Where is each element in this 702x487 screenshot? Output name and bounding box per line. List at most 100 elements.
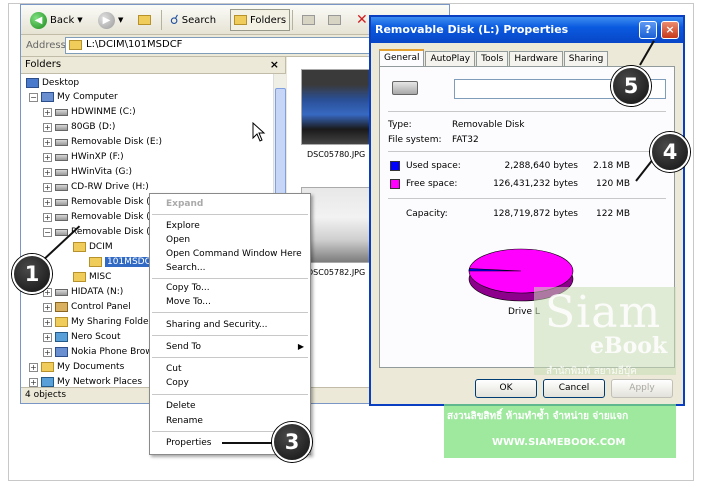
menu-separator [152, 278, 308, 279]
menu-separator [152, 394, 308, 395]
menu-item-delete[interactable]: Delete [166, 401, 196, 411]
drive-icon [55, 228, 68, 236]
tab-general[interactable]: General [379, 49, 425, 67]
menu-separator [152, 335, 308, 336]
tab-autoplay[interactable]: AutoPlay [425, 51, 476, 67]
forward-button[interactable]: ▶ ▼ [95, 9, 126, 31]
cancel-button[interactable]: Cancel [543, 379, 605, 398]
capacity-mb: 122 MB [596, 209, 630, 219]
expand-icon[interactable]: + [43, 212, 52, 222]
desktop-icon [26, 78, 39, 88]
menu-separator [152, 357, 308, 358]
expand-icon[interactable]: + [43, 332, 52, 342]
expand-icon[interactable]: + [43, 167, 52, 177]
dialog-title-bar: Removable Disk (L:) Properties ? × [371, 17, 683, 43]
expand-icon[interactable]: + [29, 377, 38, 387]
search-button[interactable]: ☌ Search [167, 9, 219, 31]
toolbar-separator [292, 10, 293, 30]
expand-icon[interactable]: + [43, 137, 52, 147]
expand-icon[interactable]: + [43, 317, 52, 327]
context-menu: Expand Explore Open Open Command Window … [149, 193, 311, 455]
tree-item-drive-f[interactable]: + HWinXP (F:) [43, 150, 124, 164]
cd-drive-icon [55, 183, 68, 191]
tree-item-drive-l[interactable]: − Removable Disk (L:) [43, 225, 161, 239]
computer-icon [41, 92, 54, 102]
expand-icon[interactable]: + [43, 107, 52, 117]
tree-item-nokia-phone[interactable]: + Nokia Phone Browser [43, 345, 167, 359]
tree-item-misc[interactable]: MISC [73, 270, 111, 284]
expand-icon[interactable]: + [43, 122, 52, 132]
expand-icon[interactable]: + [43, 197, 52, 207]
menu-item-explore[interactable]: Explore [166, 221, 200, 231]
file-system-label: File system: [388, 135, 442, 145]
menu-item-open-command-window[interactable]: Open Command Window Here [166, 249, 302, 259]
menu-item-properties[interactable]: Properties [166, 438, 211, 448]
menu-item-copy[interactable]: Copy [166, 378, 189, 388]
file-name[interactable]: DSC05782.JPG [307, 268, 365, 277]
callout-1: 1 [12, 254, 52, 294]
menu-item-rename[interactable]: Rename [166, 416, 203, 426]
apply-button[interactable]: Apply [611, 379, 673, 398]
copy-to-button[interactable] [325, 9, 344, 31]
file-name[interactable]: DSC05780.JPG [307, 150, 365, 159]
tree-item-drive-k[interactable]: + Removable Disk (K:) [43, 210, 162, 224]
folders-button[interactable]: Folders [230, 9, 291, 31]
tree-item-control-panel[interactable]: + Control Panel [43, 300, 131, 314]
tree-item-drive-h[interactable]: + CD-RW Drive (H:) [43, 180, 149, 194]
folder-icon [73, 242, 86, 252]
expand-icon[interactable]: + [43, 152, 52, 162]
tree-item-sharing-folders[interactable]: + My Sharing Folders [43, 315, 157, 329]
help-button[interactable]: ? [639, 21, 657, 39]
collapse-icon[interactable]: − [29, 92, 38, 102]
type-label: Type: [388, 120, 412, 130]
tree-item-desktop[interactable]: Desktop [26, 76, 79, 90]
back-button[interactable]: ◀ Back ▼ [27, 9, 86, 31]
up-folder-button[interactable] [135, 9, 154, 31]
tree-item-my-documents[interactable]: + My Documents [29, 360, 124, 374]
menu-item-expand[interactable]: Expand [166, 199, 203, 209]
menu-separator [152, 312, 308, 313]
tab-tools[interactable]: Tools [476, 51, 509, 67]
tree-item-nero-scout[interactable]: + Nero Scout [43, 330, 121, 344]
tree-item-dcim[interactable]: DCIM [73, 240, 113, 254]
tree-item-drive-d[interactable]: + 80GB (D:) [43, 120, 115, 134]
close-button[interactable]: × [661, 21, 679, 39]
tree-item-drive-j[interactable]: + Removable Disk (J:) [43, 195, 159, 209]
menu-item-cut[interactable]: Cut [166, 364, 182, 374]
divider [388, 151, 666, 152]
tree-item-my-computer[interactable]: − My Computer [29, 90, 118, 104]
tree-item-101msdcf[interactable]: 101MSDCF [89, 255, 159, 269]
control-panel-icon [55, 302, 68, 312]
tree-item-drive-c[interactable]: + HDWINME (C:) [43, 105, 136, 119]
type-value: Removable Disk [452, 120, 525, 130]
menu-item-send-to[interactable]: Send To [166, 342, 201, 352]
free-space-mb: 120 MB [596, 179, 630, 189]
ok-button[interactable]: OK [475, 379, 537, 398]
expand-icon[interactable]: + [43, 182, 52, 192]
used-space-mb: 2.18 MB [593, 161, 630, 171]
tab-sharing[interactable]: Sharing [563, 51, 609, 67]
capacity-label: Capacity: [406, 209, 448, 219]
menu-item-move-to[interactable]: Move To... [166, 297, 211, 307]
expand-icon[interactable]: + [43, 302, 52, 312]
menu-item-search[interactable]: Search... [166, 263, 206, 273]
callout-3-leader [222, 442, 272, 444]
divider [388, 198, 666, 199]
divider [388, 111, 666, 112]
tab-hardware[interactable]: Hardware [509, 51, 563, 67]
tree-item-drive-g[interactable]: + HWinVita (G:) [43, 165, 132, 179]
menu-item-copy-to[interactable]: Copy To... [166, 283, 210, 293]
drive-icon [55, 153, 68, 161]
expand-icon[interactable]: + [43, 347, 52, 357]
watermark-url: WWW.SIAMEBOOK.COM [492, 437, 626, 448]
collapse-icon[interactable]: − [43, 227, 52, 237]
tree-item-drive-n[interactable]: + HIDATA (N:) [43, 285, 123, 299]
drive-icon [55, 123, 68, 131]
move-to-button[interactable] [299, 9, 318, 31]
tree-item-drive-e[interactable]: + Removable Disk (E:) [43, 135, 162, 149]
expand-icon[interactable]: + [29, 362, 38, 372]
menu-item-sharing-security[interactable]: Sharing and Security... [166, 320, 267, 330]
back-arrow-icon: ◀ [30, 11, 47, 29]
close-icon[interactable]: × [270, 58, 279, 71]
menu-item-open[interactable]: Open [166, 235, 190, 245]
